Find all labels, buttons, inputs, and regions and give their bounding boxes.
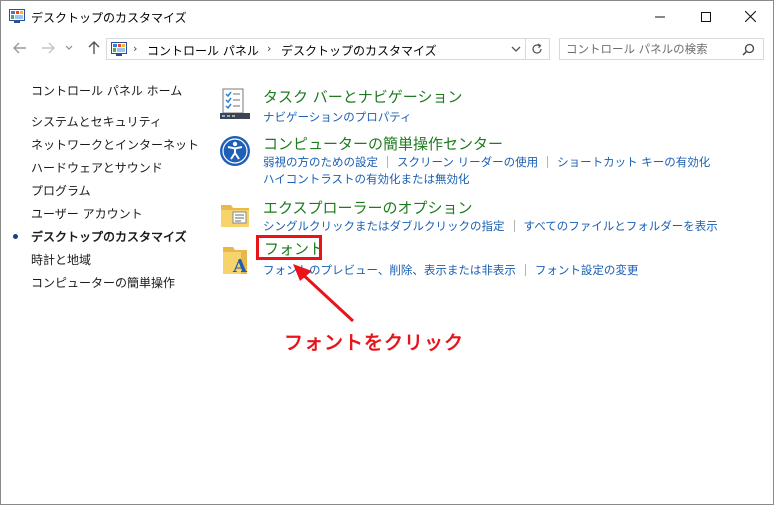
search-input[interactable] (566, 41, 736, 57)
low-vision-settings-link[interactable]: 弱視の方のための設定 (263, 154, 378, 170)
screen-reader-link[interactable]: スクリーン リーダーの使用 (397, 154, 538, 170)
search-box[interactable] (559, 38, 764, 60)
annotation-arrow-icon (293, 264, 355, 323)
single-double-click-link[interactable]: シングルクリックまたはダブルクリックの指定 (263, 218, 505, 234)
sidebar-item-user-accounts[interactable]: ユーザー アカウント (31, 205, 143, 222)
back-arrow-icon (13, 42, 26, 54)
sidebar-item-system-security[interactable]: システムとセキュリティ (31, 113, 162, 130)
sidebar-item-hardware-sound[interactable]: ハードウェアとサウンド (31, 159, 163, 176)
breadcrumb-chevron-icon[interactable]: › (267, 42, 271, 55)
control-panel-icon (9, 9, 25, 23)
sidebar-item-programs[interactable]: プログラム (31, 182, 91, 199)
chevron-down-icon (511, 46, 521, 52)
taskbar-sublinks: ナビゲーションのプロパティ (263, 109, 412, 125)
link-separator (547, 156, 549, 168)
explorer-options-sublinks: シングルクリックまたはダブルクリックの指定 すべてのファイルとフォルダーを表示 (263, 218, 718, 234)
breadcrumb-current[interactable]: デスクトップのカスタマイズ (281, 42, 437, 59)
high-contrast-link[interactable]: ハイコントラストの有効化または無効化 (263, 171, 470, 187)
search-icon[interactable] (742, 43, 755, 56)
minimize-icon (655, 16, 665, 17)
navigation-properties-link[interactable]: ナビゲーションのプロパティ (263, 109, 412, 125)
annotation-text: フォントをクリック (284, 332, 465, 354)
close-button[interactable] (727, 1, 773, 32)
taskbar-icon (219, 88, 251, 120)
close-icon (744, 11, 756, 22)
recent-locations-button[interactable] (63, 39, 75, 57)
minimize-button[interactable] (637, 1, 683, 32)
fonts-folder-icon: A (219, 244, 251, 277)
font-settings-link[interactable]: フォント設定の変更 (535, 262, 639, 278)
breadcrumb-control-panel[interactable]: コントロール パネル (147, 42, 259, 59)
back-button[interactable] (11, 39, 29, 57)
fonts-highlight-box (256, 235, 322, 260)
breadcrumb-chevron-icon[interactable]: › (133, 42, 137, 55)
svg-text:A: A (232, 256, 248, 276)
ease-of-access-icon (219, 135, 251, 167)
show-hidden-files-link[interactable]: すべてのファイルとフォルダーを表示 (524, 218, 718, 234)
up-button[interactable] (85, 39, 103, 57)
explorer-options-link[interactable]: エクスプローラーのオプション (263, 197, 473, 218)
up-arrow-icon (88, 41, 100, 54)
ease-of-access-center-link[interactable]: コンピューターの簡単操作センター (263, 133, 503, 154)
link-separator (524, 264, 526, 276)
address-bar[interactable]: › コントロール パネル › デスクトップのカスタマイズ (106, 38, 550, 60)
current-page-bullet (13, 234, 18, 239)
ease-of-access-sublinks-row1: 弱視の方のための設定 スクリーン リーダーの使用 ショートカット キーの有効化 (263, 154, 710, 170)
maximize-button[interactable] (683, 1, 729, 32)
maximize-icon (701, 11, 711, 22)
sidebar-item-clock-region[interactable]: 時計と地域 (31, 251, 91, 268)
control-panel-icon (111, 42, 127, 56)
control-panel-window: デスクトップのカスタマイズ › コントロール パネル › デスクトップのカスタマ… (0, 0, 774, 505)
sidebar-item-network-internet[interactable]: ネットワークとインターネット (31, 136, 199, 153)
refresh-icon (531, 43, 542, 54)
link-separator (387, 156, 388, 168)
chevron-down-icon (65, 45, 73, 50)
forward-button[interactable] (39, 39, 57, 57)
folder-options-icon (219, 199, 251, 231)
sidebar-item-appearance-personalization[interactable]: デスクトップのカスタマイズ (31, 228, 187, 245)
forward-arrow-icon (42, 42, 55, 54)
ease-of-access-sublinks-row2: ハイコントラストの有効化または無効化 (263, 171, 470, 187)
sidebar-item-control-panel-home[interactable]: コントロール パネル ホーム (31, 82, 182, 99)
link-separator (513, 220, 515, 232)
address-dropdown-button[interactable] (509, 42, 523, 56)
sidebar-item-ease-of-access[interactable]: コンピューターの簡単操作 (31, 274, 175, 291)
refresh-button[interactable] (525, 39, 547, 59)
navigation-bar: › コントロール パネル › デスクトップのカスタマイズ (1, 34, 773, 62)
title-bar[interactable]: デスクトップのカスタマイズ (1, 1, 773, 32)
shortcut-keys-link[interactable]: ショートカット キーの有効化 (557, 154, 710, 170)
window-title: デスクトップのカスタマイズ (31, 11, 187, 25)
taskbar-navigation-link[interactable]: タスク バーとナビゲーション (263, 86, 462, 107)
